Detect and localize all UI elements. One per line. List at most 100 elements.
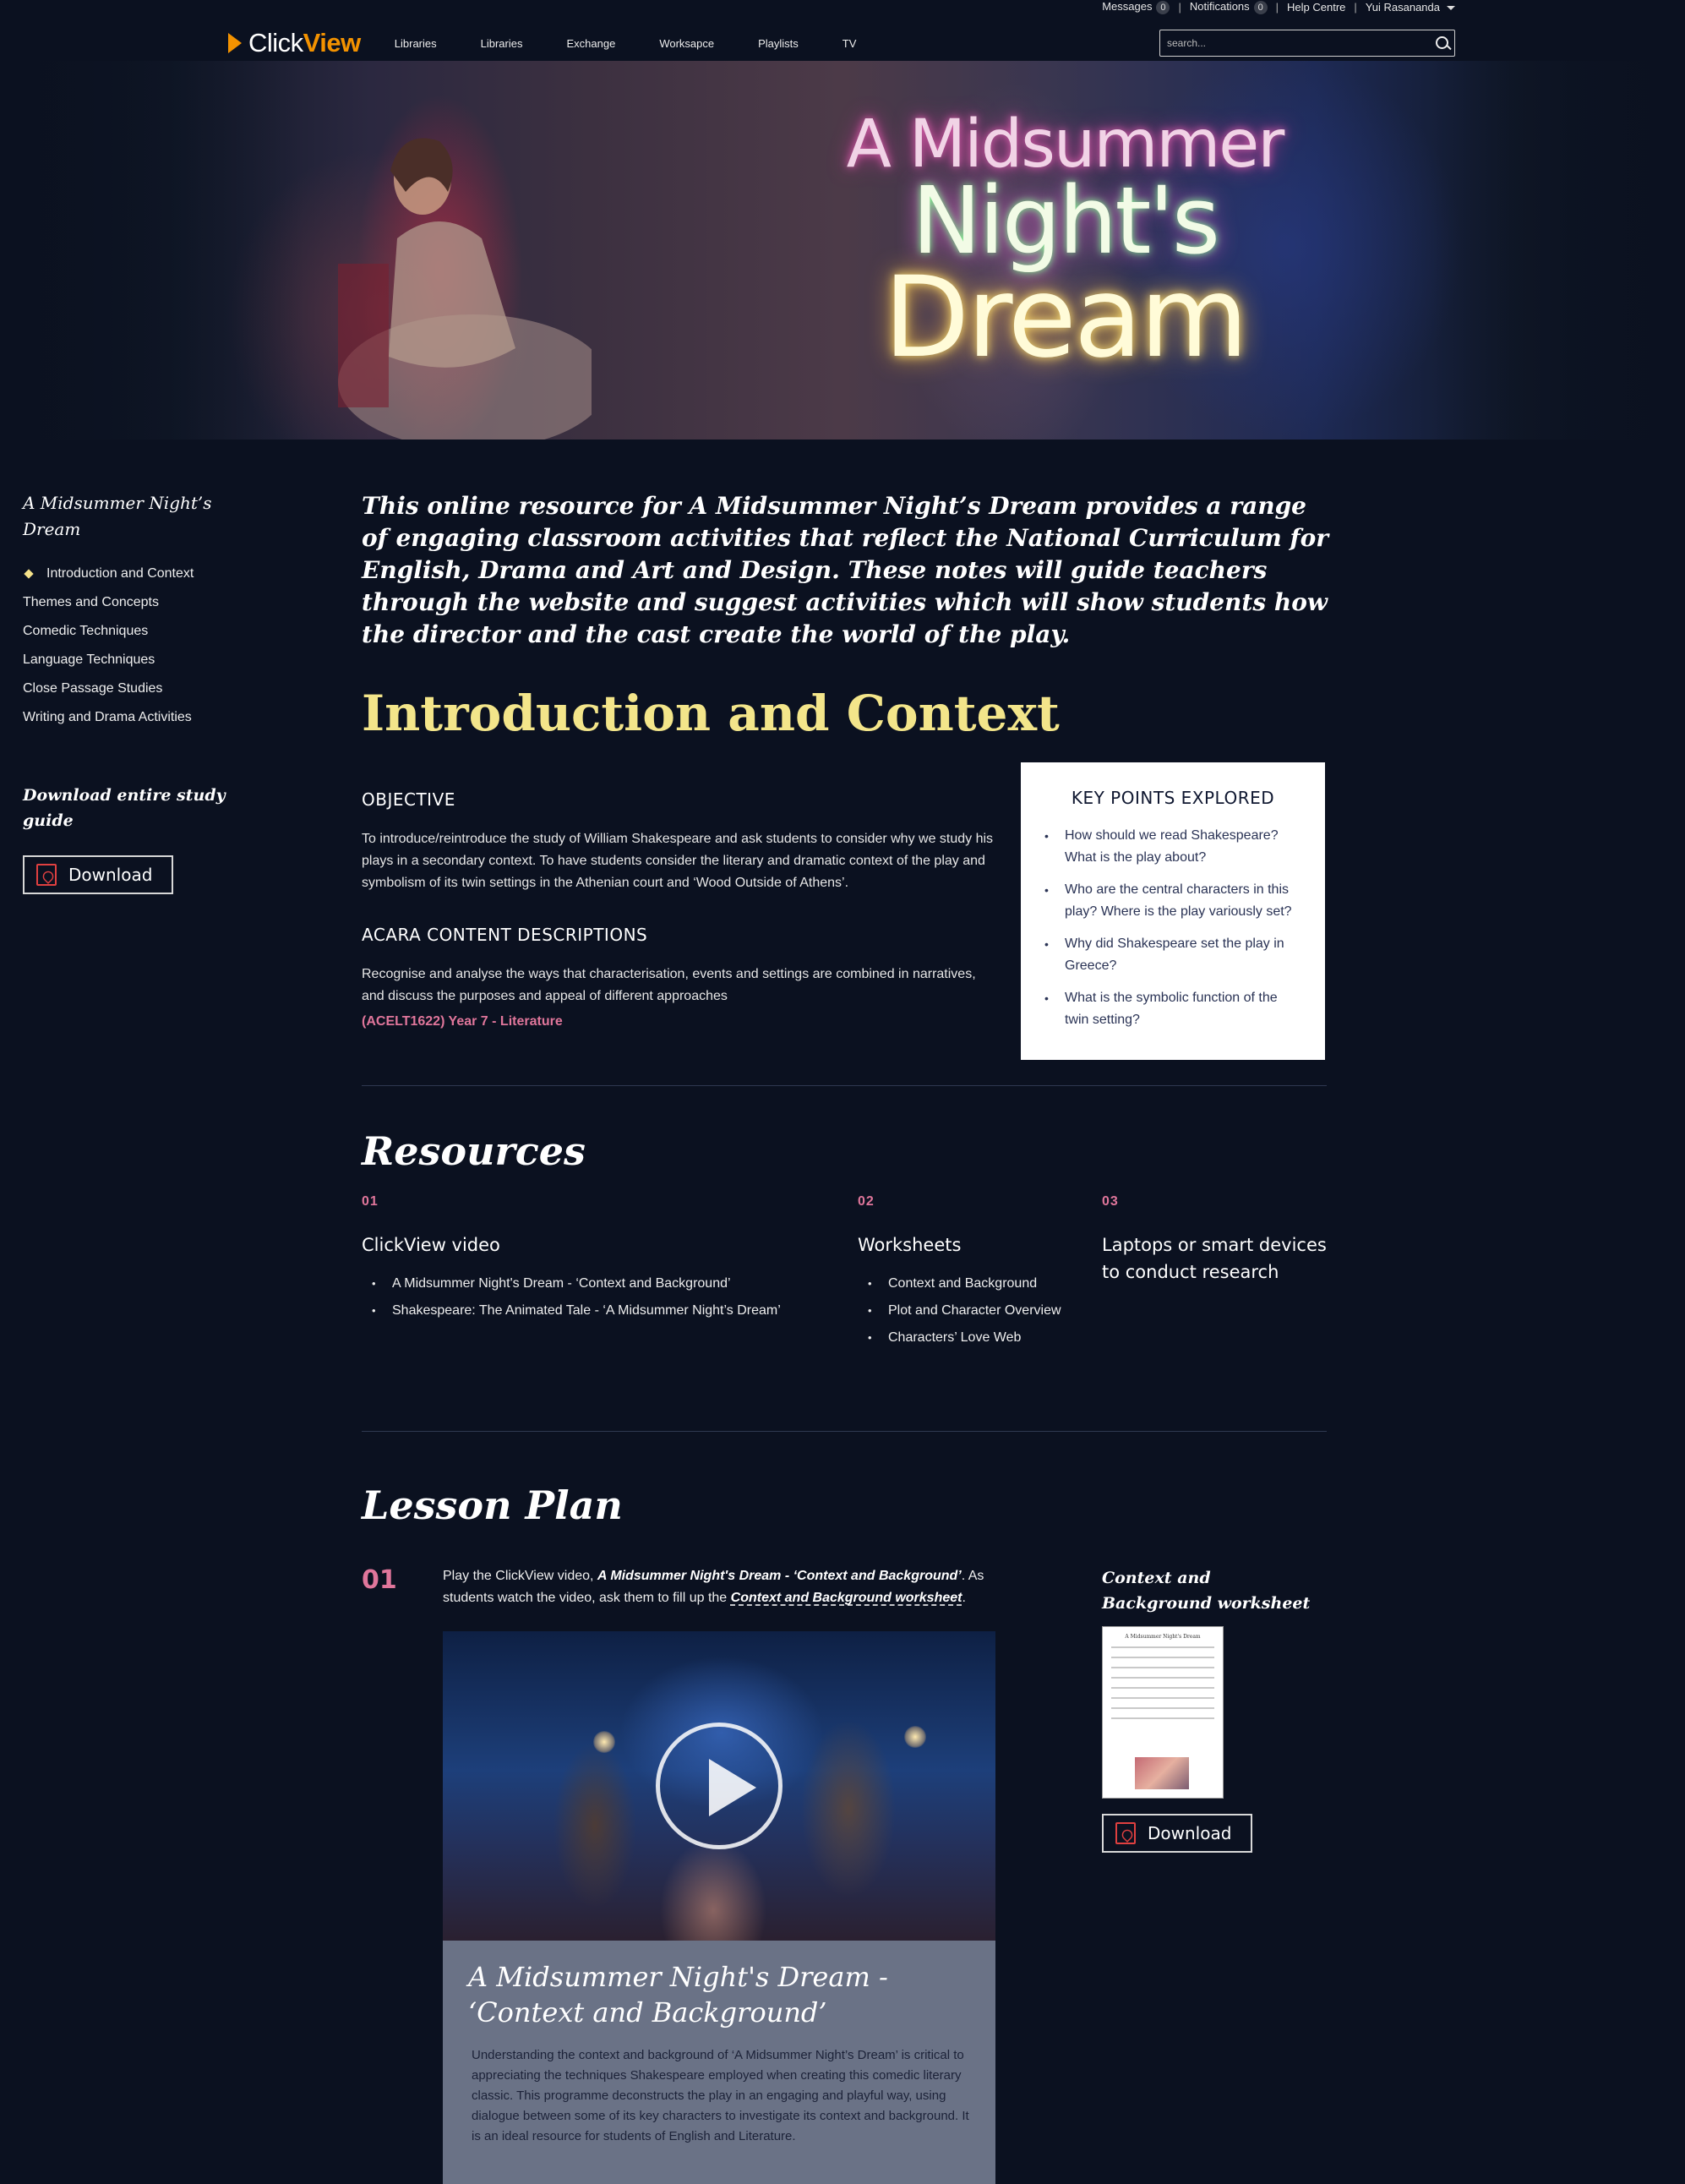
- nav-links: Libraries Libraries Exchange Worksapce P…: [395, 37, 901, 50]
- worksheet-link[interactable]: Context and Background worksheet: [731, 1591, 962, 1605]
- worksheet-line: [1111, 1697, 1214, 1699]
- acara-code: (ACELT1622) Year 7 - Literature: [362, 1014, 563, 1029]
- intro-paragraph: This online resource for A Midsummer Nig…: [362, 492, 1328, 648]
- key-point-item: Why did Shakespeare set the play in Gree…: [1044, 933, 1301, 977]
- lesson-step: 01 Play the ClickView video, A Midsummer…: [362, 1565, 1325, 2184]
- sidebar-item-comedic[interactable]: Comedic Techniques: [23, 617, 226, 646]
- active-diamond-icon: [24, 569, 34, 579]
- notifications-label: Notifications: [1189, 0, 1250, 13]
- key-point-item: What is the symbolic function of the twi…: [1044, 987, 1301, 1031]
- sidebar-item-close-passage[interactable]: Close Passage Studies: [23, 674, 226, 703]
- key-point-item: Who are the central characters in this p…: [1044, 879, 1301, 923]
- resource-item: Shakespeare: The Animated Tale - ‘A Mids…: [362, 1297, 852, 1324]
- resource-number: 01: [362, 1194, 379, 1209]
- sidebar-item-language[interactable]: Language Techniques: [23, 646, 226, 674]
- play-logo-icon: [228, 33, 242, 53]
- resource-title: Laptops or smart devices to conduct rese…: [1102, 1235, 1327, 1282]
- key-point-item: How should we read Shakespeare? What is …: [1044, 825, 1301, 869]
- key-points-list: How should we read Shakespeare? What is …: [1044, 825, 1301, 1031]
- messages-count-badge: 0: [1156, 0, 1170, 14]
- resource-column-worksheets: 02 Worksheets Context and Background Plo…: [858, 1194, 1094, 1351]
- hero-title-line3: Dream: [883, 253, 1249, 383]
- pdf-icon: [1115, 1822, 1136, 1844]
- search-box: [1159, 30, 1455, 57]
- resource-item: Characters’ Love Web: [858, 1324, 1094, 1351]
- sidebar-item-themes[interactable]: Themes and Concepts: [23, 588, 226, 617]
- worksheet-panel: Context and Background worksheet A Midsu…: [1102, 1565, 1322, 1853]
- worksheet-line: [1111, 1657, 1214, 1658]
- resource-column-video: 01 ClickView video A Midsummer Night's D…: [362, 1194, 852, 1324]
- separator: |: [1178, 0, 1181, 14]
- objective-text: To introduce/reintroduce the study of Wi…: [362, 832, 994, 890]
- step-text: Play the ClickView video, A Midsummer Ni…: [443, 1565, 1001, 1609]
- download-guide-title: Download entire study guide: [23, 786, 226, 830]
- resource-item: Plot and Character Overview: [858, 1297, 1094, 1324]
- nav-link-exchange[interactable]: Exchange: [566, 37, 615, 50]
- video-link[interactable]: A Midsummer Night's Dream - ‘Context and…: [597, 1569, 962, 1583]
- step-text-part: Play the ClickView video,: [443, 1569, 597, 1583]
- chevron-down-icon: [1447, 5, 1455, 10]
- sidebar-nav: Introduction and Context Themes and Conc…: [23, 560, 226, 732]
- divider: [362, 1085, 1327, 1086]
- nav-link-workspace[interactable]: Worksapce: [659, 37, 714, 50]
- sidebar-item-introduction[interactable]: Introduction and Context: [23, 560, 226, 588]
- user-menu[interactable]: Yui Rasananda: [1366, 1, 1455, 14]
- lamp-light: [904, 1726, 926, 1748]
- clickview-logo[interactable]: ClickView: [228, 25, 361, 61]
- lamp-light: [593, 1731, 615, 1753]
- video-player[interactable]: [443, 1631, 995, 1941]
- resources-title: Resources: [362, 1128, 586, 1174]
- resource-item: A Midsummer Night's Dream - ‘Context and…: [362, 1270, 852, 1297]
- resource-number: 02: [858, 1194, 875, 1209]
- download-guide-button[interactable]: Download: [23, 855, 173, 894]
- resource-item: Context and Background: [858, 1270, 1094, 1297]
- sidebar: A Midsummer Night’s Dream Introduction a…: [23, 490, 226, 894]
- nav-link-libraries[interactable]: Libraries: [395, 37, 437, 50]
- search-icon[interactable]: [1429, 30, 1454, 56]
- search-input[interactable]: [1160, 30, 1429, 56]
- nav-link-libraries-2[interactable]: Libraries: [481, 37, 523, 50]
- video-description: Understanding the context and background…: [472, 2048, 969, 2143]
- resource-column-devices: 03 Laptops or smart devices to conduct r…: [1102, 1194, 1330, 1286]
- worksheet-title: Context and Background worksheet: [1102, 1569, 1311, 1613]
- separator: |: [1275, 0, 1279, 14]
- main-nav: ClickView Libraries Libraries Exchange W…: [228, 25, 1455, 61]
- worksheet-download-button[interactable]: Download: [1102, 1814, 1252, 1853]
- worksheet-line: [1111, 1717, 1214, 1719]
- worksheet-line: [1111, 1646, 1214, 1648]
- worksheet-image: [1135, 1757, 1189, 1789]
- help-centre-link[interactable]: Help Centre: [1287, 1, 1345, 14]
- resource-list: A Midsummer Night's Dream - ‘Context and…: [362, 1270, 852, 1324]
- worksheet-thumbnail[interactable]: A Midsummer Night's Dream: [1102, 1626, 1224, 1799]
- play-button[interactable]: [656, 1723, 783, 1849]
- nav-link-tv[interactable]: TV: [842, 37, 857, 50]
- hero-neon-title: A Midsummer Night's Dream: [828, 112, 1301, 374]
- notifications-count-badge: 0: [1253, 0, 1268, 14]
- lesson-plan-title: Lesson Plan: [362, 1482, 623, 1528]
- worksheet-line: [1111, 1667, 1214, 1668]
- play-icon: [709, 1759, 756, 1816]
- resource-title: Worksheets: [858, 1235, 962, 1255]
- main-content: This online resource for A Midsummer Nig…: [362, 490, 1328, 2184]
- acara-heading: ACARA CONTENT DESCRIPTIONS: [362, 925, 648, 945]
- resource-title: ClickView video: [362, 1235, 500, 1255]
- notifications-link[interactable]: Notifications 0: [1190, 0, 1268, 14]
- step-text-part: .: [962, 1591, 966, 1605]
- nav-link-playlists[interactable]: Playlists: [758, 37, 799, 50]
- step-number: 01: [362, 1565, 397, 1595]
- sidebar-item-writing-drama[interactable]: Writing and Drama Activities: [23, 703, 226, 732]
- sidebar-title: A Midsummer Night’s Dream: [23, 493, 212, 539]
- download-label: Download: [1148, 1823, 1232, 1843]
- objective-column: OBJECTIVE To introduce/reintroduce the s…: [362, 762, 995, 1029]
- resource-number: 03: [1102, 1194, 1119, 1209]
- hero-banner: A Midsummer Night's Dream: [0, 61, 1685, 440]
- messages-label: Messages: [1102, 0, 1153, 13]
- worksheet-doc-title: A Midsummer Night's Dream: [1125, 1634, 1201, 1640]
- pdf-icon: [36, 864, 57, 886]
- divider: [362, 1431, 1327, 1432]
- worksheet-line: [1111, 1687, 1214, 1689]
- messages-link[interactable]: Messages 0: [1102, 0, 1170, 14]
- worksheet-line: [1111, 1677, 1214, 1679]
- sidebar-item-label: Introduction and Context: [46, 566, 194, 581]
- hero-fade-right: [1431, 61, 1685, 440]
